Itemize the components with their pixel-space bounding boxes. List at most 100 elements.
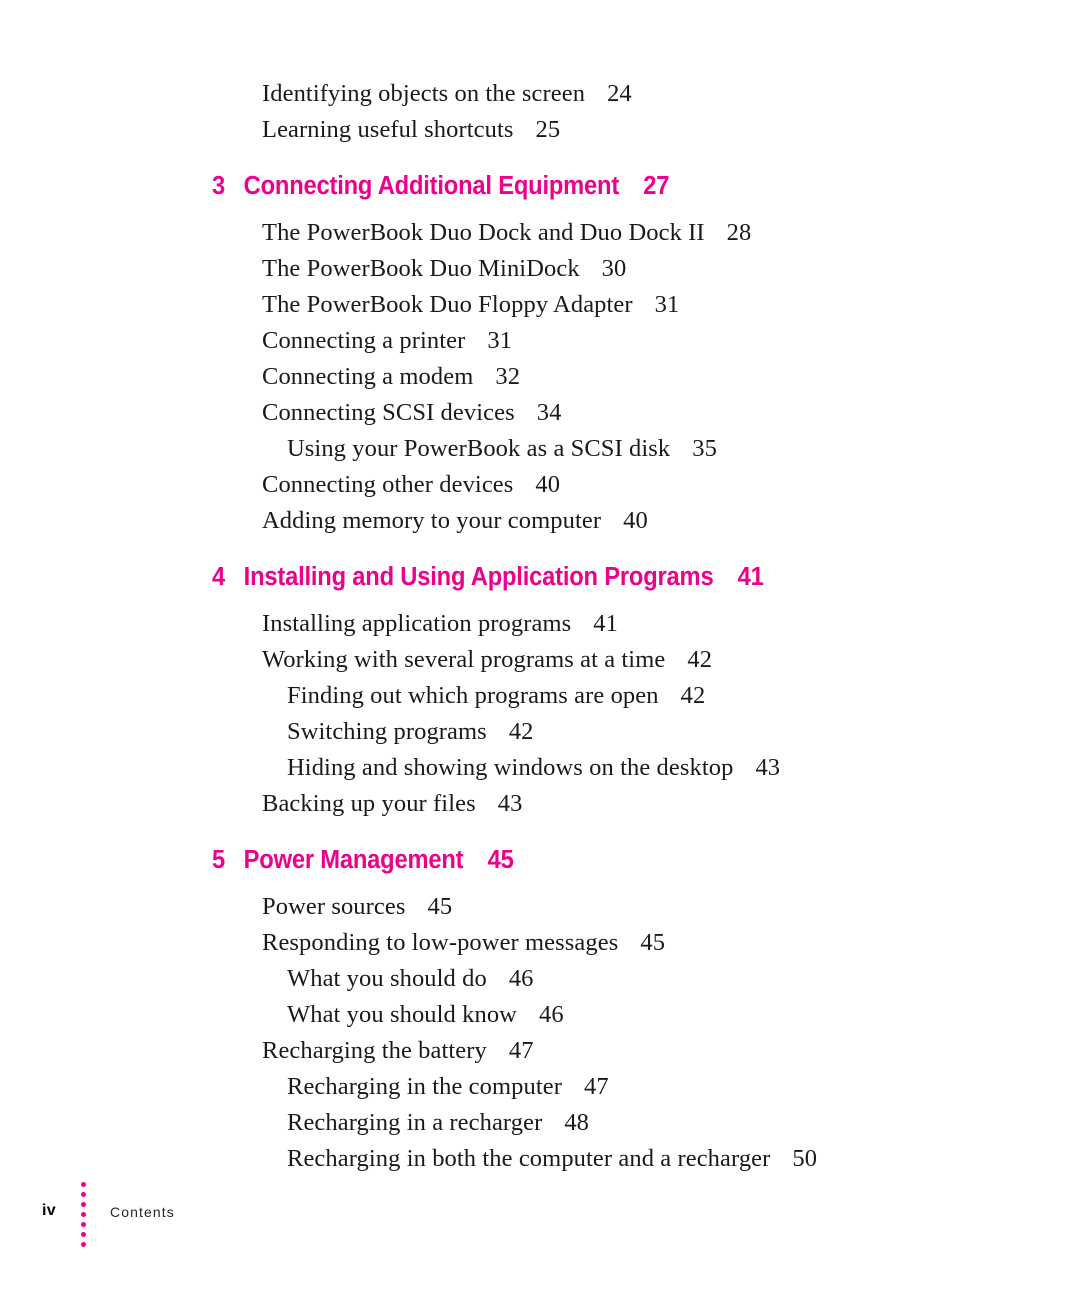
toc-entry[interactable]: What you should do 46 — [0, 961, 1080, 997]
toc-entry-page-number: 41 — [593, 610, 618, 637]
toc-entry[interactable]: Connecting other devices 40 — [0, 467, 1080, 503]
toc-entry-title: Connecting a printer — [262, 327, 466, 354]
toc-entry[interactable]: Recharging in both the computer and a re… — [0, 1141, 1080, 1177]
toc-entry-page-number: 47 — [508, 1037, 534, 1064]
table-of-contents-list: Identifying objects on the screen 24 Learn… — [0, 76, 1080, 1177]
toc-entry-page-number: 40 — [535, 471, 561, 498]
footer-dot — [81, 1232, 86, 1237]
toc-entry[interactable]: Recharging in a recharger 48 — [0, 1105, 1080, 1141]
footer-dot — [81, 1182, 86, 1187]
toc-entry[interactable]: Recharging the battery 47 — [0, 1033, 1080, 1069]
toc-entry-title: What you should know — [287, 1001, 517, 1028]
toc-entry-title: The PowerBook Duo MiniDock — [262, 255, 580, 282]
footer-dot — [81, 1202, 86, 1207]
toc-entry-page-number: 31 — [654, 291, 680, 318]
toc-entry[interactable]: Adding memory to your computer 40 — [0, 503, 1080, 539]
toc-entry[interactable]: Finding out which programs are open 42 — [0, 678, 1080, 714]
toc-entry-title: Installing application programs — [262, 610, 572, 637]
toc-entry-page-number: 43 — [755, 754, 781, 781]
toc-entry-title: Finding out which programs are open — [287, 682, 659, 709]
toc-entry-page-number: 40 — [623, 507, 648, 534]
chapter-number: 5 — [212, 846, 226, 874]
toc-entry[interactable]: The PowerBook Duo Dock and Duo Dock II 28 — [0, 215, 1080, 251]
toc-entry-title: Backing up your files — [262, 790, 476, 817]
toc-chapter-heading[interactable]: 5 Power Management 45 — [0, 843, 1004, 877]
toc-entry-page-number: 47 — [583, 1073, 609, 1100]
toc-entry-title: The PowerBook Duo Floppy Adapter — [262, 291, 633, 318]
toc-entry-page-number: 34 — [536, 399, 562, 426]
toc-entry-page-number: 46 — [508, 965, 534, 992]
toc-entry-title: Power sources — [262, 893, 406, 920]
chapter-page-number: 41 — [737, 563, 764, 591]
toc-entry-page-number: 31 — [487, 327, 513, 354]
toc-entry-page-number: 46 — [538, 1001, 564, 1028]
footer-dot — [81, 1192, 86, 1197]
toc-chapter-heading[interactable]: 4 Installing and Using Application Progra… — [0, 560, 1004, 594]
toc-entry-title: Using your PowerBook as a SCSI disk — [287, 435, 671, 462]
toc-page: Identifying objects on the screen 24 Learn… — [0, 0, 1080, 1296]
toc-entry[interactable]: Switching programs 42 — [0, 714, 1080, 750]
chapter-number: 3 — [212, 172, 226, 200]
page-footer: iv Contents — [0, 1180, 1080, 1250]
toc-entry-title: Learning useful shortcuts — [262, 116, 514, 143]
toc-entry-title: Working with several programs at a time — [262, 646, 666, 673]
toc-entry-page-number: 48 — [564, 1109, 590, 1136]
folio-number: iv — [42, 1202, 56, 1219]
toc-entry[interactable]: Backing up your files 43 — [0, 786, 1080, 822]
toc-entry[interactable]: Responding to low-power messages 45 — [0, 925, 1080, 961]
chapter-title: Power Management — [243, 846, 464, 874]
toc-entry-title: Recharging in the computer — [287, 1073, 562, 1100]
toc-entry[interactable]: Identifying objects on the screen 24 — [0, 76, 1080, 112]
toc-entry-title: Connecting SCSI devices — [262, 399, 515, 426]
toc-entry-page-number: 25 — [535, 116, 561, 143]
toc-chapter-heading[interactable]: 3 Connecting Additional Equipment 27 — [0, 169, 1004, 203]
toc-entry[interactable]: Connecting a printer 31 — [0, 323, 1080, 359]
toc-entry[interactable]: Connecting SCSI devices 34 — [0, 395, 1080, 431]
toc-entry[interactable]: Connecting a modem 32 — [0, 359, 1080, 395]
footer-dot — [81, 1242, 86, 1247]
toc-entry-title: Connecting a modem — [262, 363, 474, 390]
toc-entry-page-number: 35 — [692, 435, 717, 462]
toc-entry-page-number: 45 — [427, 893, 453, 920]
toc-entry-page-number: 32 — [495, 363, 521, 390]
toc-entry-title: Identifying objects on the screen — [262, 80, 586, 107]
toc-entry-title: What you should do — [287, 965, 487, 992]
toc-entry-title: Switching programs — [287, 718, 487, 745]
chapter-title: Installing and Using Application Program… — [243, 563, 714, 591]
footer-dot — [81, 1222, 86, 1227]
toc-entry-title: Adding memory to your computer — [262, 507, 602, 534]
toc-entry-title: Recharging in a recharger — [287, 1109, 543, 1136]
toc-entry[interactable]: The PowerBook Duo Floppy Adapter 31 — [0, 287, 1080, 323]
toc-entry-title: Responding to low-power messages — [262, 929, 619, 956]
toc-entry[interactable]: Learning useful shortcuts 25 — [0, 112, 1080, 148]
toc-entry[interactable]: What you should know 46 — [0, 997, 1080, 1033]
toc-entry-page-number: 45 — [640, 929, 666, 956]
toc-entry-title: Recharging in both the computer and a re… — [287, 1145, 771, 1172]
toc-entry[interactable]: Using your PowerBook as a SCSI disk 35 — [0, 431, 1080, 467]
chapter-page-number: 27 — [643, 172, 670, 200]
toc-entry-page-number: 43 — [497, 790, 523, 817]
toc-entry-page-number: 50 — [792, 1145, 818, 1172]
toc-entry-page-number: 42 — [687, 646, 713, 673]
toc-entry[interactable]: Recharging in the computer 47 — [0, 1069, 1080, 1105]
toc-entry[interactable]: The PowerBook Duo MiniDock 30 — [0, 251, 1080, 287]
toc-entry-title: Hiding and showing windows on the deskto… — [287, 754, 734, 781]
footer-section-label: Contents — [110, 1204, 175, 1220]
toc-entry-page-number: 42 — [508, 718, 534, 745]
toc-entry-title: Recharging the battery — [262, 1037, 487, 1064]
chapter-title: Connecting Additional Equipment — [243, 172, 620, 200]
toc-entry-page-number: 30 — [601, 255, 627, 282]
toc-entry[interactable]: Power sources 45 — [0, 889, 1080, 925]
chapter-number: 4 — [212, 563, 226, 591]
toc-entry[interactable]: Installing application programs 41 — [0, 606, 1080, 642]
footer-dot — [81, 1212, 86, 1217]
toc-entry-title: The PowerBook Duo Dock and Duo Dock II — [262, 219, 705, 246]
footer-dot-rule-icon — [81, 1182, 89, 1248]
chapter-page-number: 45 — [487, 846, 514, 874]
toc-entry[interactable]: Hiding and showing windows on the deskto… — [0, 750, 1080, 786]
toc-entry-page-number: 28 — [726, 219, 752, 246]
toc-entry-page-number: 42 — [680, 682, 706, 709]
toc-entry-page-number: 24 — [607, 80, 632, 107]
toc-entry[interactable]: Working with several programs at a time 4… — [0, 642, 1080, 678]
toc-entry-title: Connecting other devices — [262, 471, 514, 498]
